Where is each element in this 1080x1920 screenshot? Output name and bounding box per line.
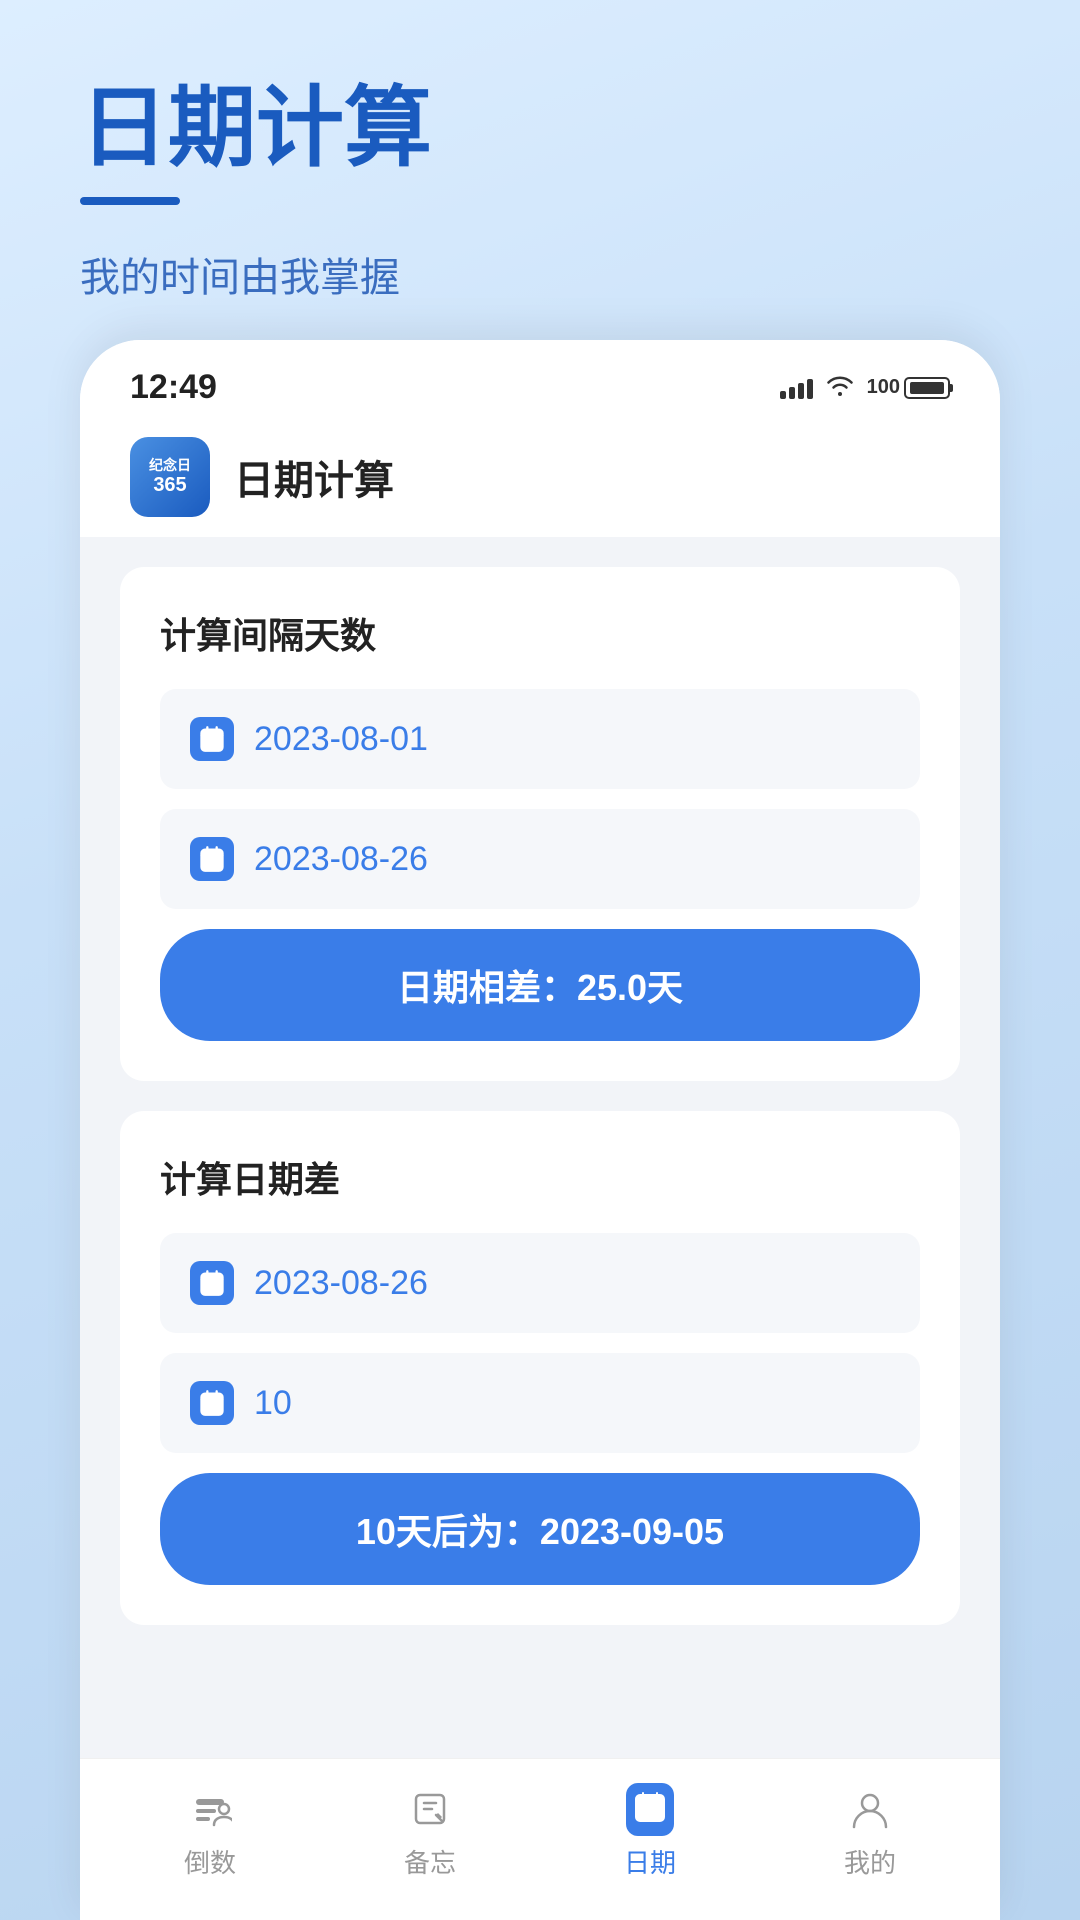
page-subtitle: 我的时间由我掌握 — [80, 245, 1000, 303]
battery-text: 100 — [867, 376, 900, 399]
app-header-title: 日期计算 — [234, 448, 394, 506]
calendar-icon-1 — [190, 717, 234, 761]
date-icon — [624, 1783, 676, 1835]
section1-date1-value: 2023-08-01 — [254, 720, 428, 759]
section2-days-row[interactable]: 10 — [160, 1353, 920, 1453]
status-time: 12:49 — [130, 368, 217, 407]
battery-container: 100 — [867, 376, 950, 399]
nav-item-countdown[interactable]: 倒数 — [100, 1783, 320, 1880]
section2-date1-value: 2023-08-26 — [254, 1264, 428, 1303]
wifi-icon — [825, 372, 855, 403]
app-header: 纪念日 365 日期计算 — [80, 417, 1000, 537]
main-content: 计算间隔天数 2023-08-01 — [80, 537, 1000, 1887]
signal-icon — [780, 377, 813, 399]
nav-label-mine: 我的 — [844, 1843, 896, 1880]
section2-card: 计算日期差 2023-08-26 — [120, 1111, 960, 1625]
memo-icon — [404, 1783, 456, 1835]
section2-result: 10天后为：2023-09-05 — [160, 1473, 920, 1585]
nav-label-memo: 备忘 — [404, 1843, 456, 1880]
nav-item-date[interactable]: 日期 — [540, 1783, 760, 1880]
section2-title: 计算日期差 — [160, 1151, 920, 1203]
status-bar: 12:49 100 — [80, 340, 1000, 417]
app-icon: 纪念日 365 — [130, 437, 210, 517]
nav-label-countdown: 倒数 — [184, 1843, 236, 1880]
countdown-icon — [184, 1783, 236, 1835]
section1-title: 计算间隔天数 — [160, 607, 920, 659]
calendar-icon-3 — [190, 1261, 234, 1305]
calendar-icon-2 — [190, 837, 234, 881]
nav-item-memo[interactable]: 备忘 — [320, 1783, 540, 1880]
section1-card: 计算间隔天数 2023-08-01 — [120, 567, 960, 1081]
page-header: 日期计算 我的时间由我掌握 — [0, 0, 1080, 343]
phone-mockup: 12:49 100 — [80, 340, 1000, 1920]
status-icons: 100 — [780, 372, 950, 403]
title-underline — [80, 197, 180, 205]
section2-days-value: 10 — [254, 1384, 292, 1423]
section1-date2-value: 2023-08-26 — [254, 840, 428, 879]
battery-icon — [904, 377, 950, 399]
nav-label-date: 日期 — [624, 1843, 676, 1880]
mine-icon — [844, 1783, 896, 1835]
nav-item-mine[interactable]: 我的 — [760, 1783, 980, 1880]
page-title: 日期计算 — [80, 80, 1000, 177]
section1-result: 日期相差：25.0天 — [160, 929, 920, 1041]
section2-date1-row[interactable]: 2023-08-26 — [160, 1233, 920, 1333]
section1-date2-row[interactable]: 2023-08-26 — [160, 809, 920, 909]
calendar-icon-4 — [190, 1381, 234, 1425]
bottom-nav: 倒数 备忘 — [80, 1758, 1000, 1920]
section1-date1-row[interactable]: 2023-08-01 — [160, 689, 920, 789]
